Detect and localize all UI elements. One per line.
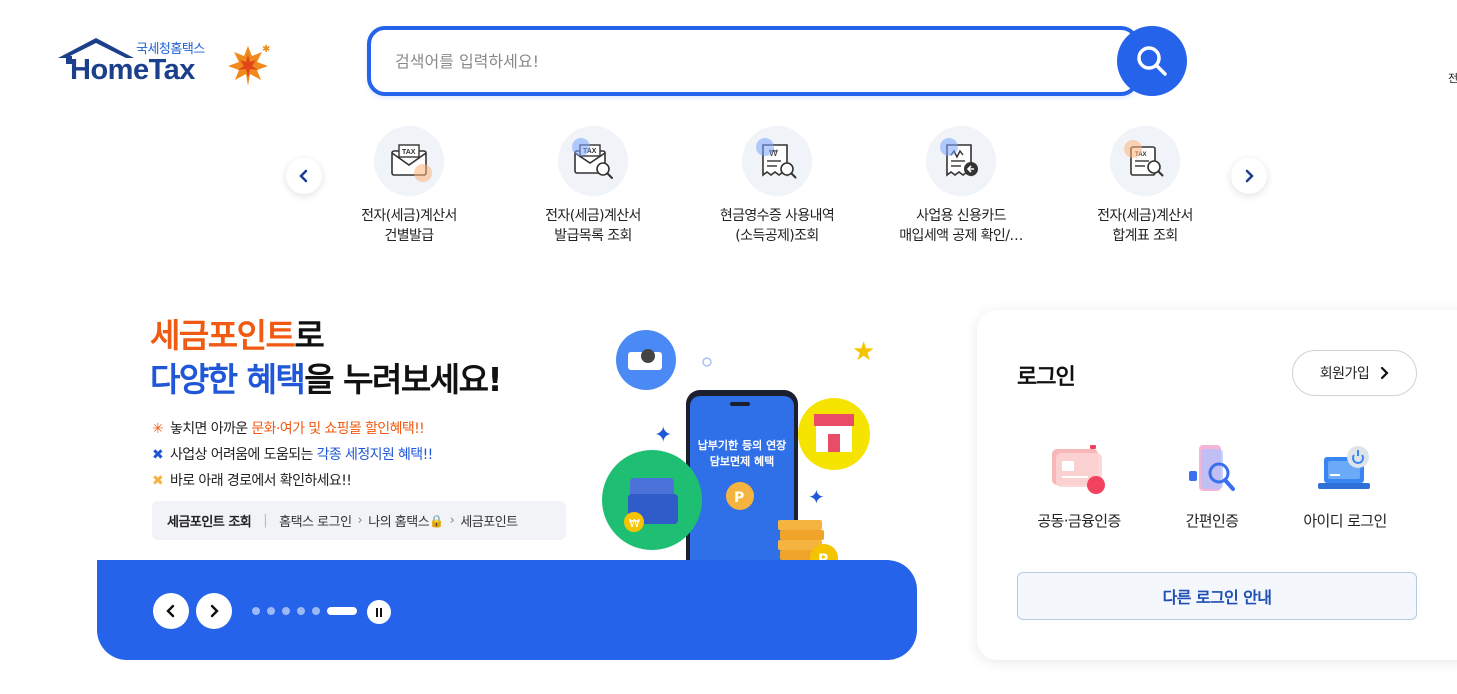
banner-title: 세금포인트로 다양한 혜택을 누려보세요! (150, 314, 502, 402)
pagination-dot-active[interactable] (327, 607, 357, 615)
banner-pagination (252, 607, 357, 615)
chevron-right-icon: › (449, 513, 455, 528)
bullet-text: 바로 아래 경로에서 확인하세요!! (170, 473, 352, 489)
path-label: 세금포인트 조회 (167, 515, 252, 530)
quick-menu-label: 매입세액 공제 확인/… (899, 228, 1023, 244)
path-guide: 세금포인트 조회 | 홈택스 로그인 › 나의 홈택스 🔒 › 세금포인트 (152, 501, 566, 540)
quick-menu-item-invoice-summary[interactable]: TAX 전자(세금)계산서 합계표 조회 (1055, 126, 1235, 246)
quick-menu-item-business-card[interactable]: 사업용 신용카드매입세액 공제 확인/… (871, 126, 1051, 246)
quick-menu-label: (소득공제)조회 (735, 228, 819, 244)
quick-menu-label: 전자(세금)계산서 (1097, 208, 1193, 224)
quick-menu-label: 현금영수증 사용내역 (719, 208, 835, 224)
chevron-right-icon (1381, 366, 1389, 380)
pagination-dot[interactable] (282, 607, 290, 615)
search-icon (1137, 46, 1167, 76)
login-method-certificate[interactable]: 공동·금융인증 (1009, 440, 1149, 531)
banner-bullets: ✳ 놓치면 아까운 문화·여가 및 쇼핑몰 할인혜택!! ✖ 사업상 어려움에 도움… (152, 416, 433, 494)
quick-menu-item-invoice-issue[interactable]: TAX 전자(세금)계산서건별발급 (319, 126, 499, 246)
quick-menu-item-cash-receipt[interactable]: ₩ 현금영수증 사용내역 (소득공제)조회 (687, 126, 867, 246)
login-method-label: 공동·금융인증 (1037, 512, 1121, 530)
logo-text: HomeTax (70, 54, 195, 86)
quick-menu-label: 합계표 조회 (1112, 228, 1178, 244)
path-step: 나의 홈택스 (368, 515, 430, 530)
pagination-dot[interactable] (267, 607, 275, 615)
login-method-simple-auth[interactable]: 간편인증 (1142, 440, 1282, 531)
cross-icon: ✖ (152, 473, 164, 489)
chevron-left-icon (166, 604, 175, 618)
svg-text:✦: ✦ (654, 423, 672, 448)
other-login-guide-button[interactable]: 다른 로그인 안내 (1017, 572, 1417, 620)
quick-menu-label: 전자(세금)계산서 (545, 208, 641, 224)
svg-text:★: ★ (852, 337, 875, 367)
banner-title-text: 을 누려보세요! (304, 360, 502, 399)
quick-menu-label: 발급목록 조회 (554, 228, 632, 244)
banner-title-text: 로 (294, 316, 324, 355)
bullet-text: 사업상 어려움에 도움되는 (170, 447, 317, 463)
chevron-right-icon (210, 604, 219, 618)
path-step: 홈택스 로그인 (279, 515, 352, 530)
banner-title-highlight: 다양한 혜택 (150, 360, 306, 399)
cut-off-text: 전 (1448, 72, 1457, 85)
login-method-label: 아이디 로그인 (1303, 512, 1387, 530)
phone-text: 납부기한 등의 연장 (698, 438, 787, 452)
maple-leaf-icon: ✱ (228, 44, 270, 86)
quick-menu-prev-button[interactable] (286, 158, 322, 194)
pagination-dot[interactable] (297, 607, 305, 615)
hometax-logo[interactable]: 국세청홈택스 HomeTax ✱ (56, 34, 276, 94)
chevron-right-icon: › (357, 513, 363, 528)
quick-menu-next-button[interactable] (1231, 158, 1267, 194)
svg-text:TAX: TAX (402, 149, 416, 156)
cross-icon: ✖ (152, 447, 164, 463)
banner-next-button[interactable] (196, 593, 232, 629)
chevron-right-icon (1245, 169, 1254, 183)
quick-menu-label: 전자(세금)계산서 (361, 208, 457, 224)
login-method-label: 간편인증 (1185, 512, 1239, 530)
signup-label: 회원가입 (1319, 366, 1370, 382)
quick-menu-label: 사업용 신용카드 (916, 208, 1006, 224)
asterisk-icon: ✳ (152, 421, 164, 437)
pagination-dot[interactable] (312, 607, 320, 615)
chevron-left-icon (299, 169, 308, 183)
svg-text:✦: ✦ (808, 485, 825, 509)
svg-text:P: P (734, 490, 744, 506)
bullet-highlight: 각종 세정지원 혜택!! (316, 447, 434, 463)
svg-text:✱: ✱ (262, 44, 270, 55)
svg-text:₩: ₩ (629, 517, 640, 530)
pagination-dot[interactable] (252, 607, 260, 615)
signup-button[interactable]: 회원가입 (1292, 350, 1417, 396)
pause-icon (376, 607, 382, 617)
banner-prev-button[interactable] (153, 593, 189, 629)
search-box (367, 26, 1139, 96)
search-input[interactable] (395, 30, 1095, 92)
login-method-id[interactable]: 아이디 로그인 (1275, 440, 1415, 531)
path-step: 세금포인트 (460, 515, 518, 530)
quick-menu-label: 건별발급 (384, 228, 434, 244)
banner-pause-button[interactable] (367, 600, 391, 624)
bullet-highlight: 문화·여가 및 쇼핑몰 할인혜택!! (251, 421, 425, 437)
tax-point-illustration: ★ ★ ✦ ✦ 납부기한 등의 연장 담보면제 혜택 P ₩ P (602, 330, 875, 580)
search-button[interactable] (1117, 26, 1187, 96)
login-title: 로그인 (1017, 365, 1076, 390)
phone-text: 담보면제 혜택 (710, 454, 775, 468)
certificate-card-icon (1052, 445, 1105, 494)
banner-title-highlight: 세금포인트 (150, 316, 296, 355)
simple-auth-search-icon (1189, 445, 1235, 491)
lock-person-icon: 🔒 (429, 513, 444, 528)
quick-menu-item-invoice-list[interactable]: TAX 전자(세금)계산서 발급목록 조회 (503, 126, 683, 246)
laptop-power-icon (1318, 446, 1370, 489)
bullet-text: 놓치면 아까운 (170, 421, 252, 437)
